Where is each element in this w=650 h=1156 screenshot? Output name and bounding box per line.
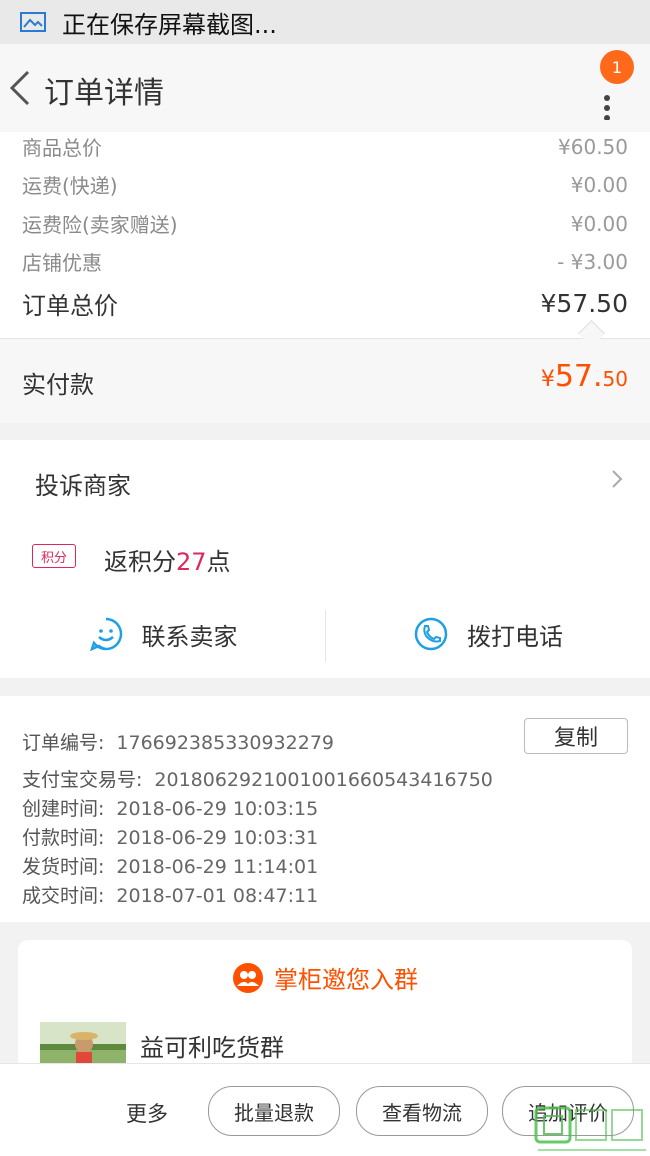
points-suffix: 点 [206, 548, 231, 576]
alipay-trade-row: 支付宝交易号: 2018062921001001660543416750 [22, 765, 493, 792]
points-tag: 积分 [32, 544, 76, 568]
order-total-value: ¥57.50 [540, 289, 628, 318]
shipped-time-row: 发货时间: 2018-06-29 11:14:01 [22, 852, 318, 879]
group-name: 益可利吃货群 [140, 1034, 284, 1062]
info-value: 2018-06-29 10:03:15 [116, 798, 319, 820]
info-label: 付款时间: [22, 827, 105, 849]
contact-seller-button[interactable]: 联系卖家 [0, 606, 325, 662]
paid-value: ¥57.50 [541, 359, 628, 394]
back-arrow-icon[interactable] [6, 66, 36, 110]
group-invite-card[interactable]: 掌柜邀您入群 益可利吃货群 [18, 940, 632, 1070]
points-count: 27 [176, 548, 207, 576]
price-label: 商品总价 [22, 136, 102, 160]
price-label: 店铺优惠 [22, 251, 102, 275]
created-time-row: 创建时间: 2018-06-29 10:03:15 [22, 794, 318, 821]
more-button[interactable]: 更多 [126, 1098, 168, 1128]
batch-refund-button[interactable]: 批量退款 [208, 1086, 340, 1136]
notification-badge: 1 [600, 50, 634, 84]
price-summary: 商品总价 ¥60.50 运费(快递) ¥0.00 运费险(卖家赠送) ¥0.00… [0, 132, 650, 338]
screenshot-icon [20, 12, 46, 32]
info-value: 2018062921001001660543416750 [154, 769, 493, 791]
call-phone-label: 拨打电话 [467, 622, 563, 651]
price-label: 运费(快递) [22, 174, 118, 198]
status-bar: 正在保存屏幕截图... [0, 0, 650, 44]
info-label: 订单编号: [22, 732, 105, 754]
price-row-shipping: 运费(快递) ¥0.00 [22, 170, 628, 199]
phone-icon [414, 617, 448, 651]
order-number-row: 订单编号: 176692385330932279 [22, 728, 334, 755]
complain-seller-link[interactable]: 投诉商家 [35, 466, 131, 501]
service-section: 投诉商家 积分 返积分27点 联系卖家 拨打电话 [0, 440, 650, 678]
price-row-discount: 店铺优惠 - ¥3.00 [22, 247, 628, 276]
info-label: 创建时间: [22, 798, 105, 820]
paid-currency: ¥ [540, 367, 555, 392]
order-total-row: 订单总价 ¥57.50 [22, 286, 628, 321]
price-row-goods: 商品总价 ¥60.50 [22, 132, 628, 161]
paid-time-row: 付款时间: 2018-06-29 10:03:31 [22, 823, 318, 850]
watermark-logo [534, 1106, 646, 1151]
chevron-right-icon[interactable] [606, 468, 628, 490]
group-invite-text: 掌柜邀您入群 [274, 966, 418, 994]
price-row-insurance: 运费险(卖家赠送) ¥0.00 [22, 209, 628, 238]
paid-amount-row: 实付款 ¥57.50 [0, 338, 650, 423]
price-label: 运费险(卖家赠送) [22, 213, 178, 237]
chat-smile-icon [89, 617, 122, 652]
call-phone-button[interactable]: 拨打电话 [326, 606, 650, 662]
group-invite-title: 掌柜邀您入群 [18, 960, 632, 995]
status-text: 正在保存屏幕截图... [62, 10, 277, 39]
top-nav: 订单详情 [0, 44, 650, 132]
price-value: ¥60.50 [558, 134, 628, 159]
paid-label: 实付款 [22, 371, 94, 399]
info-label: 发货时间: [22, 856, 105, 878]
price-value: ¥0.00 [570, 172, 628, 197]
paid-integer: 57. [554, 359, 603, 394]
info-label: 成交时间: [22, 885, 105, 907]
points-prefix: 返积分 [104, 548, 176, 576]
info-value: 2018-07-01 08:47:11 [116, 885, 319, 907]
info-value: 176692385330932279 [116, 732, 334, 754]
group-people-icon [233, 962, 263, 993]
price-value: ¥0.00 [570, 211, 628, 236]
price-value: - ¥3.00 [557, 249, 628, 274]
paid-decimal: 50 [602, 367, 628, 391]
info-value: 2018-06-29 10:03:31 [116, 827, 319, 849]
page-title: 订单详情 [44, 76, 164, 111]
info-value: 2018-06-29 11:14:01 [116, 856, 319, 878]
copy-button[interactable]: 复制 [524, 718, 628, 754]
order-info-section: 订单编号: 176692385330932279 复制 支付宝交易号: 201806… [0, 696, 650, 922]
info-label: 支付宝交易号: [22, 769, 143, 791]
points-text: 返积分27点 [104, 542, 231, 577]
completed-time-row: 成交时间: 2018-07-01 08:47:11 [22, 881, 318, 908]
order-total-label: 订单总价 [22, 292, 118, 320]
contact-seller-label: 联系卖家 [141, 622, 238, 651]
view-logistics-button[interactable]: 查看物流 [356, 1086, 488, 1136]
